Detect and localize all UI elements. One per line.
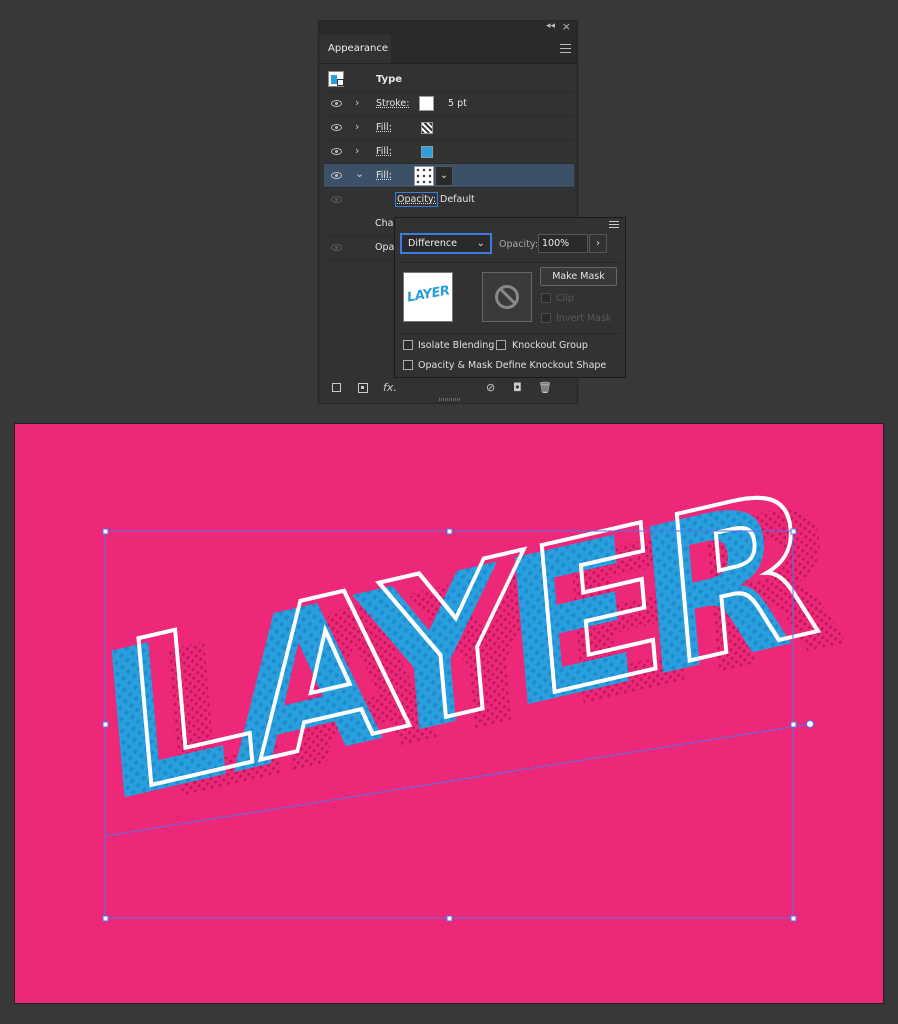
close-panel-icon[interactable]: × xyxy=(562,20,571,33)
popup-menu-icon[interactable] xyxy=(609,221,619,229)
fill-row-blue[interactable]: › Fill: xyxy=(324,140,574,164)
eye-icon[interactable] xyxy=(331,196,342,203)
fill-label[interactable]: Fill: xyxy=(376,122,392,133)
artwork-thumbnail[interactable]: LAYER xyxy=(403,272,453,322)
divider xyxy=(399,333,621,334)
fill-row-dots-selected[interactable]: ⌄ Fill: ⌄ xyxy=(324,164,574,188)
artwork-svg: LAYER LAYER LAYER xyxy=(90,441,857,922)
eye-icon[interactable] xyxy=(331,172,342,179)
delete-item-icon[interactable]: 🗑 xyxy=(538,381,552,394)
opacity-value: Default xyxy=(440,194,475,205)
stroke-swatch[interactable] xyxy=(419,96,434,111)
mask-thumbnail[interactable] xyxy=(482,272,532,322)
type-label: Type xyxy=(376,74,403,85)
opacity-stepper[interactable]: › xyxy=(589,234,607,253)
fill-swatch-blue[interactable] xyxy=(421,146,433,158)
fill-swatch-dots[interactable] xyxy=(414,166,434,186)
fx-icon[interactable]: fx. xyxy=(383,381,397,394)
isolate-blending-checkbox[interactable] xyxy=(403,340,413,350)
eye-icon[interactable] xyxy=(331,100,342,107)
knockout-group-label: Knockout Group xyxy=(512,340,588,351)
new-stroke-icon[interactable] xyxy=(332,383,341,392)
fill-swatch-pattern[interactable] xyxy=(421,122,433,134)
knockout-group-checkbox[interactable] xyxy=(496,340,506,350)
divider xyxy=(399,262,621,263)
duplicate-item-icon[interactable]: ◘ xyxy=(513,381,522,394)
swatch-dropdown-icon[interactable]: ⌄ xyxy=(435,166,453,186)
no-mask-icon xyxy=(495,285,519,309)
isolate-blending-label: Isolate Blending xyxy=(418,340,495,351)
eye-icon[interactable] xyxy=(331,148,342,155)
stroke-row[interactable]: › Stroke: 5 pt xyxy=(324,92,574,116)
blend-mode-value: Difference xyxy=(408,238,457,249)
stroke-weight-value[interactable]: 5 pt xyxy=(448,98,467,109)
type-thumbnail-icon xyxy=(328,71,344,87)
invert-mask-label: Invert Mask xyxy=(556,313,612,324)
knockout-shape-label: Opacity & Mask Define Knockout Shape xyxy=(418,360,607,371)
chevron-down-icon: ⌄ xyxy=(476,238,485,249)
chevron-right-icon[interactable]: › xyxy=(355,120,359,133)
make-mask-button[interactable]: Make Mask xyxy=(540,267,617,286)
chevron-right-icon[interactable]: › xyxy=(355,96,359,109)
stroke-label[interactable]: Stroke: xyxy=(376,98,409,109)
clear-appearance-icon[interactable]: ⊘ xyxy=(486,381,495,394)
panel-tabbar: Appearance xyxy=(319,35,577,64)
opacity-link[interactable]: Opacity: xyxy=(395,192,439,207)
fill-row-pattern[interactable]: › Fill: xyxy=(324,116,574,140)
tab-appearance[interactable]: Appearance xyxy=(319,35,391,63)
type-row[interactable]: Type xyxy=(324,68,574,92)
panel-menu-icon[interactable] xyxy=(560,44,571,53)
eye-icon[interactable] xyxy=(331,244,342,251)
clip-checkbox[interactable] xyxy=(541,293,551,303)
fill-label[interactable]: Fill: xyxy=(376,146,392,157)
resize-grip[interactable] xyxy=(439,398,461,401)
thumbnail-text: LAYER xyxy=(406,283,451,306)
opacity-label: Opacity: xyxy=(499,239,539,250)
artboard[interactable]: LAYER LAYER LAYER xyxy=(14,423,884,1004)
chevron-down-icon[interactable]: ⌄ xyxy=(355,167,364,180)
eye-icon[interactable] xyxy=(331,124,342,131)
new-fill-icon[interactable] xyxy=(358,383,368,393)
invert-mask-checkbox[interactable] xyxy=(541,313,551,323)
chevron-right-icon[interactable]: › xyxy=(355,144,359,157)
blend-mode-select[interactable]: Difference ⌄ xyxy=(400,233,492,254)
collapse-panel-icon[interactable]: ◂◂ xyxy=(546,21,555,31)
opacity-input[interactable]: 100% xyxy=(538,234,588,253)
knockout-shape-checkbox[interactable] xyxy=(403,360,413,370)
panel-topbar: ◂◂ × xyxy=(319,20,577,35)
transparency-popup: Difference ⌄ Opacity: 100% › LAYER Make … xyxy=(394,217,626,378)
clip-label: Clip xyxy=(556,293,574,304)
fill-label[interactable]: Fill: xyxy=(376,170,392,181)
opacity-row[interactable]: Opacity: Default xyxy=(324,188,574,212)
